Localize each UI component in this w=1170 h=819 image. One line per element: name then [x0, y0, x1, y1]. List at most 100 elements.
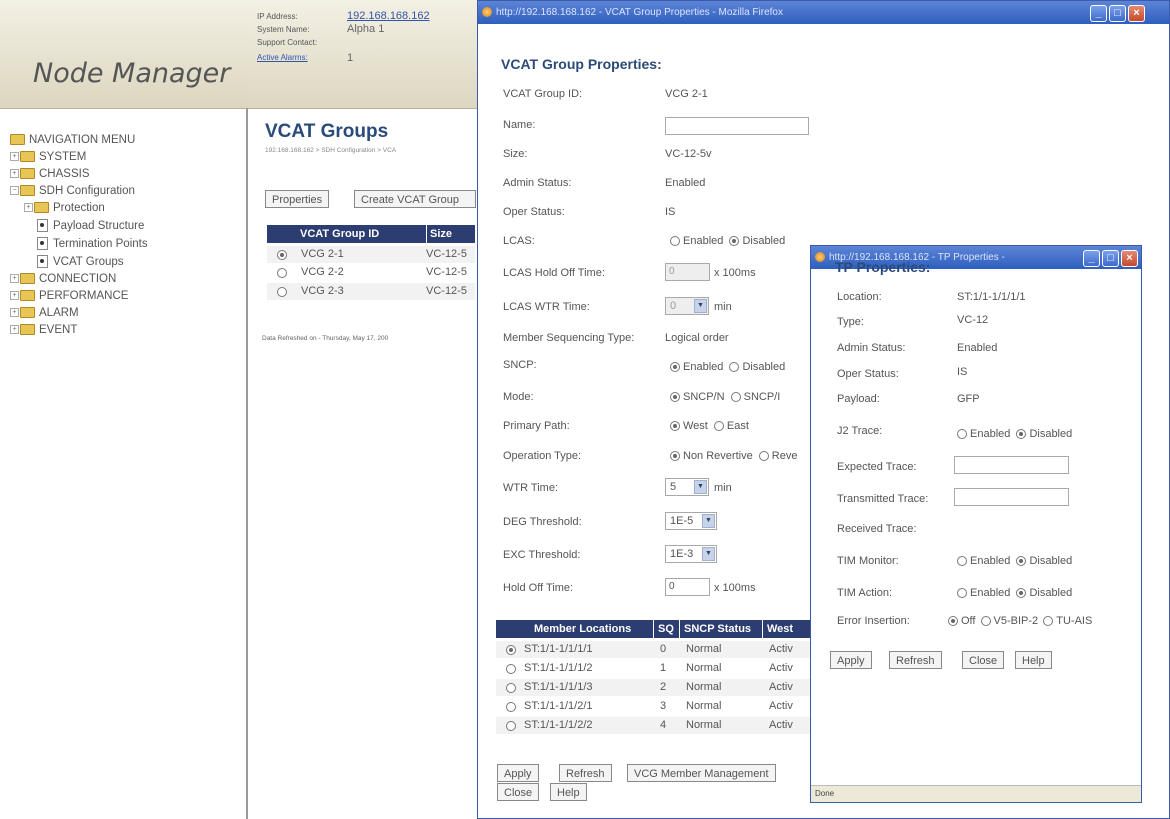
window-titlebar[interactable]: http://192.168.168.162 - VCAT Group Prop… [478, 1, 1169, 24]
expand-icon[interactable]: + [24, 203, 33, 213]
row-radio[interactable] [277, 268, 287, 278]
nav-item-vcat-groups[interactable]: VCAT Groups [37, 255, 124, 270]
folder-open-icon [10, 134, 25, 146]
lcas-hold-input[interactable]: 0 [665, 263, 710, 281]
close-button[interactable]: Close [962, 651, 1005, 669]
nav-item-performance[interactable]: + PERFORMANCE [10, 289, 128, 304]
nav-item-payload-structure[interactable]: Payload Structure [37, 219, 144, 234]
tim-monitor-radio-group: Enabled Disabled [957, 555, 1072, 567]
j2-enabled-radio[interactable] [957, 429, 967, 440]
primary-west-radio[interactable] [670, 421, 680, 432]
error-v5bip2-radio[interactable] [980, 616, 991, 627]
refresh-button[interactable]: Refresh [889, 651, 942, 669]
collapse-icon[interactable]: − [10, 186, 19, 196]
table-row[interactable]: ST:1/1-1/1/1/3 2 Normal Activ [496, 679, 816, 696]
close-icon[interactable]: × [1128, 5, 1145, 22]
maximize-icon[interactable]: □ [1102, 250, 1119, 267]
tim-action-disabled-radio[interactable] [1016, 588, 1027, 599]
help-button[interactable]: Help [1015, 651, 1052, 669]
name-input[interactable] [665, 117, 809, 135]
close-button[interactable]: Close [497, 783, 540, 801]
alarms-link[interactable]: Active Alarms: [257, 53, 308, 62]
lcas-enabled-radio[interactable] [670, 236, 680, 247]
row-radio[interactable] [506, 664, 516, 674]
j2-trace-label: J2 Trace: [837, 425, 883, 437]
expand-icon[interactable]: + [10, 274, 19, 284]
table-row[interactable]: ST:1/1-1/1/2/2 4 Normal Activ [496, 717, 816, 734]
create-vcat-group-button[interactable]: Create VCAT Group [354, 190, 476, 208]
nav-item-connection[interactable]: + CONNECTION [10, 272, 116, 287]
error-off-radio[interactable] [948, 616, 958, 627]
oper-status-label: Oper Status: [503, 206, 565, 218]
member-table-header: Member Locations SQ SNCP Status West [496, 620, 816, 638]
expand-icon[interactable]: + [10, 291, 19, 301]
row-radio[interactable] [506, 683, 516, 693]
wtr-time-select[interactable]: 5 ▼ [665, 478, 709, 496]
tim-action-enabled-radio[interactable] [957, 588, 967, 599]
expand-icon[interactable]: + [10, 169, 19, 179]
row-radio[interactable] [506, 721, 516, 731]
vcg-member-management-button[interactable]: VCG Member Management [627, 764, 776, 782]
lcas-disabled-radio[interactable] [729, 236, 740, 247]
chevron-down-icon: ▼ [702, 547, 715, 561]
hold-off-time-input[interactable]: 0 [665, 578, 710, 596]
exc-threshold-label: EXC Threshold: [503, 549, 581, 561]
row-radio[interactable] [277, 250, 287, 260]
sncp-disabled-radio[interactable] [729, 362, 740, 373]
mode-sncpi-radio[interactable] [730, 392, 741, 403]
maximize-icon[interactable]: □ [1109, 5, 1126, 22]
minimize-icon[interactable]: _ [1083, 250, 1100, 267]
folder-icon [20, 168, 35, 180]
primary-east-radio[interactable] [713, 421, 724, 432]
mode-sncpn-radio[interactable] [670, 392, 680, 403]
table-row[interactable]: ST:1/1-1/1/2/1 3 Normal Activ [496, 698, 816, 715]
row-radio[interactable] [277, 287, 287, 297]
transmitted-trace-input[interactable] [954, 488, 1069, 506]
apply-button[interactable]: Apply [830, 651, 872, 669]
nav-root[interactable]: NAVIGATION MENU [10, 133, 135, 148]
properties-button[interactable]: Properties [265, 190, 330, 208]
nav-item-event[interactable]: + EVENT [10, 323, 77, 338]
expand-icon[interactable]: + [10, 325, 19, 335]
table-row[interactable]: VCG 2-2 VC-12-5 [267, 264, 475, 281]
j2-disabled-radio[interactable] [1016, 429, 1027, 440]
nav-item-termination-points[interactable]: Termination Points [37, 237, 148, 252]
table-row[interactable]: VCG 2-3 VC-12-5 [267, 283, 475, 300]
table-row[interactable]: VCG 2-1 VC-12-5 [267, 246, 475, 263]
expected-trace-input[interactable] [954, 456, 1069, 474]
refresh-button[interactable]: Refresh [559, 764, 612, 782]
transmitted-trace-label: Transmitted Trace: [837, 493, 929, 505]
table-row[interactable]: ST:1/1-1/1/1/2 1 Normal Activ [496, 660, 816, 677]
nav-item-system[interactable]: + SYSTEM [10, 150, 86, 165]
folder-icon [20, 307, 35, 319]
table-row[interactable]: ST:1/1-1/1/1/1 0 Normal Activ [496, 641, 816, 658]
exc-threshold-select[interactable]: 1E-3 ▼ [665, 545, 717, 563]
folder-open-icon [20, 185, 35, 197]
nav-item-sdh-configuration[interactable]: − SDH Configuration [10, 184, 135, 199]
oper-status-label: Oper Status: [837, 368, 899, 380]
ip-link[interactable]: 192.168.168.162 [347, 10, 430, 22]
optype-nonrevertive-radio[interactable] [670, 451, 680, 462]
lcas-wtr-select[interactable]: 0 ▼ [665, 297, 709, 315]
nav-item-chassis[interactable]: + CHASSIS [10, 167, 90, 182]
deg-threshold-select[interactable]: 1E-5 ▼ [665, 512, 717, 530]
apply-button[interactable]: Apply [497, 764, 539, 782]
tim-monitor-enabled-radio[interactable] [957, 556, 967, 567]
unit-label: x 100ms [714, 582, 756, 594]
tim-monitor-disabled-radio[interactable] [1016, 556, 1027, 567]
expand-icon[interactable]: + [10, 308, 19, 318]
row-radio[interactable] [506, 702, 516, 712]
nav-item-protection[interactable]: + Protection [24, 201, 105, 216]
close-icon[interactable]: × [1121, 250, 1138, 267]
optype-revertive-radio[interactable] [758, 451, 769, 462]
nav-item-alarm[interactable]: + ALARM [10, 306, 79, 321]
sncp-enabled-radio[interactable] [670, 362, 680, 373]
minimize-icon[interactable]: _ [1090, 5, 1107, 22]
tp-properties-window: http://192.168.168.162 - TP Properties -… [810, 245, 1142, 803]
help-button[interactable]: Help [550, 783, 587, 801]
error-tuais-radio[interactable] [1043, 616, 1054, 627]
payload-value: GFP [957, 393, 980, 405]
row-radio[interactable] [506, 645, 516, 655]
page-icon [37, 237, 48, 251]
expand-icon[interactable]: + [10, 152, 19, 162]
